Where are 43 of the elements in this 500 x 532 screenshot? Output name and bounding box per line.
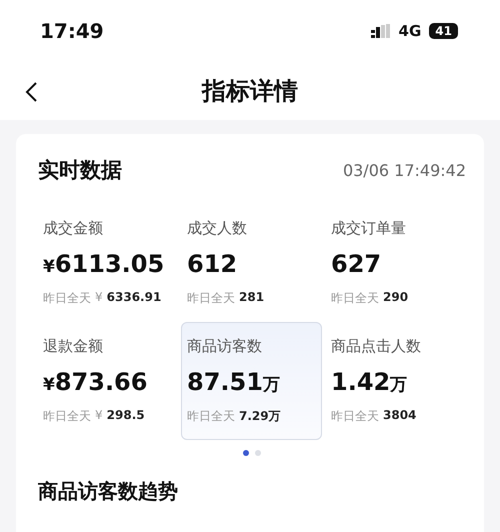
clock-time: 17:49 bbox=[40, 19, 104, 43]
section-title: 实时数据 bbox=[38, 157, 122, 184]
metric-label: 商品点击人数 bbox=[331, 337, 422, 356]
previous-value: 7.29万 bbox=[239, 408, 281, 425]
previous-value: 298.5 bbox=[106, 408, 145, 424]
previous-label: 昨日全天 bbox=[331, 290, 379, 307]
back-icon[interactable] bbox=[24, 81, 38, 103]
metric-label: 成交金额 bbox=[43, 219, 104, 238]
metric-tile[interactable]: 商品点击人数 1.42万 昨日全天 3804 bbox=[325, 322, 466, 440]
previous-label: 昨日全天 bbox=[187, 290, 235, 307]
previous-value: 6336.91 bbox=[106, 290, 162, 306]
metric-value: 1.42万 bbox=[331, 368, 408, 396]
previous-value: 281 bbox=[239, 290, 264, 306]
metric-tile[interactable]: 成交金额 ¥6113.05 昨日全天 ¥ 6336.91 bbox=[37, 204, 178, 322]
page-title: 指标详情 bbox=[202, 76, 298, 107]
metric-tile[interactable]: 成交订单量 627 昨日全天 290 bbox=[325, 204, 466, 322]
metric-tile[interactable]: 退款金额 ¥873.66 昨日全天 ¥ 298.5 bbox=[37, 322, 178, 440]
page-dot[interactable] bbox=[255, 450, 261, 456]
metric-tile[interactable]: 成交人数 612 昨日全天 281 bbox=[181, 204, 322, 322]
metric-label: 商品访客数 bbox=[187, 337, 263, 356]
metric-tile[interactable]: 商品访客数 87.51万 昨日全天 7.29万 bbox=[181, 322, 322, 440]
metric-value: ¥6113.05 bbox=[43, 250, 166, 278]
metric-label: 退款金额 bbox=[43, 337, 104, 356]
page-dot[interactable] bbox=[243, 450, 249, 456]
previous-value: 290 bbox=[383, 290, 408, 306]
metric-label: 成交人数 bbox=[187, 219, 248, 238]
previous-label: 昨日全天 bbox=[187, 408, 235, 425]
previous-label: 昨日全天 bbox=[43, 290, 91, 307]
timestamp: 03/06 17:49:42 bbox=[342, 160, 466, 180]
metric-label: 成交订单量 bbox=[331, 219, 407, 238]
metric-value: ¥873.66 bbox=[43, 368, 148, 396]
currency-sign: ¥ bbox=[95, 408, 103, 424]
section-title: 商品访客数趋势 bbox=[38, 478, 179, 505]
battery-level: 41 bbox=[429, 23, 458, 39]
currency-sign: ¥ bbox=[95, 290, 103, 306]
metric-value: 612 bbox=[187, 250, 238, 278]
signal-icon bbox=[370, 24, 391, 38]
network-label: 4G bbox=[398, 22, 422, 40]
previous-label: 昨日全天 bbox=[43, 408, 91, 425]
previous-value: 3804 bbox=[383, 408, 416, 424]
metric-value: 627 bbox=[331, 250, 382, 278]
metric-value: 87.51万 bbox=[187, 368, 281, 396]
previous-label: 昨日全天 bbox=[331, 408, 379, 425]
